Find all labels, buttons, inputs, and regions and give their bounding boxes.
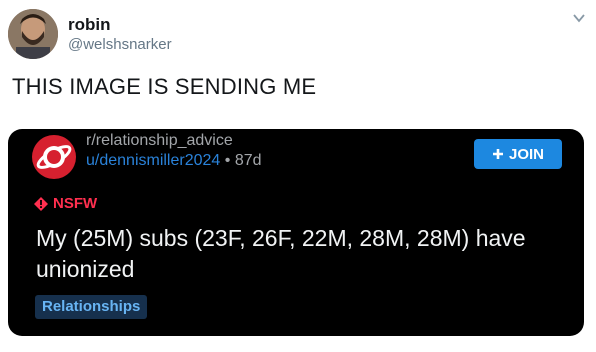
chevron-down-icon[interactable] [572, 11, 586, 25]
nsfw-tag: NSFW [34, 195, 97, 212]
tweet-header: robin @welshsnarker [8, 9, 588, 61]
post-title[interactable]: My (25M) subs (23F, 26F, 22M, 28M, 28M) … [36, 223, 566, 285]
meta-separator: • [224, 152, 235, 169]
subreddit-icon[interactable] [32, 135, 76, 179]
tweet-text: THIS IMAGE IS SENDING ME [12, 74, 317, 99]
display-name[interactable]: robin [68, 15, 172, 35]
nsfw-icon [34, 196, 48, 211]
join-label: JOIN [508, 145, 544, 163]
post-age: 87d [234, 152, 262, 169]
post-author[interactable]: u/dennismiller2024 [86, 152, 220, 169]
post-flair[interactable]: Relationships [35, 295, 148, 319]
avatar[interactable] [8, 9, 58, 59]
nsfw-label: NSFW [53, 195, 98, 212]
join-button[interactable]: JOIN [474, 139, 562, 169]
post-meta: u/dennismiller2024 • 87d [86, 152, 262, 170]
user-names: robin @welshsnarker [68, 15, 172, 55]
reddit-post-image[interactable]: r/relationship_advice u/dennismiller2024… [8, 129, 584, 336]
handle[interactable]: @welshsnarker [68, 35, 172, 55]
plus-icon [492, 149, 503, 159]
subreddit-name[interactable]: r/relationship_advice [86, 132, 233, 150]
